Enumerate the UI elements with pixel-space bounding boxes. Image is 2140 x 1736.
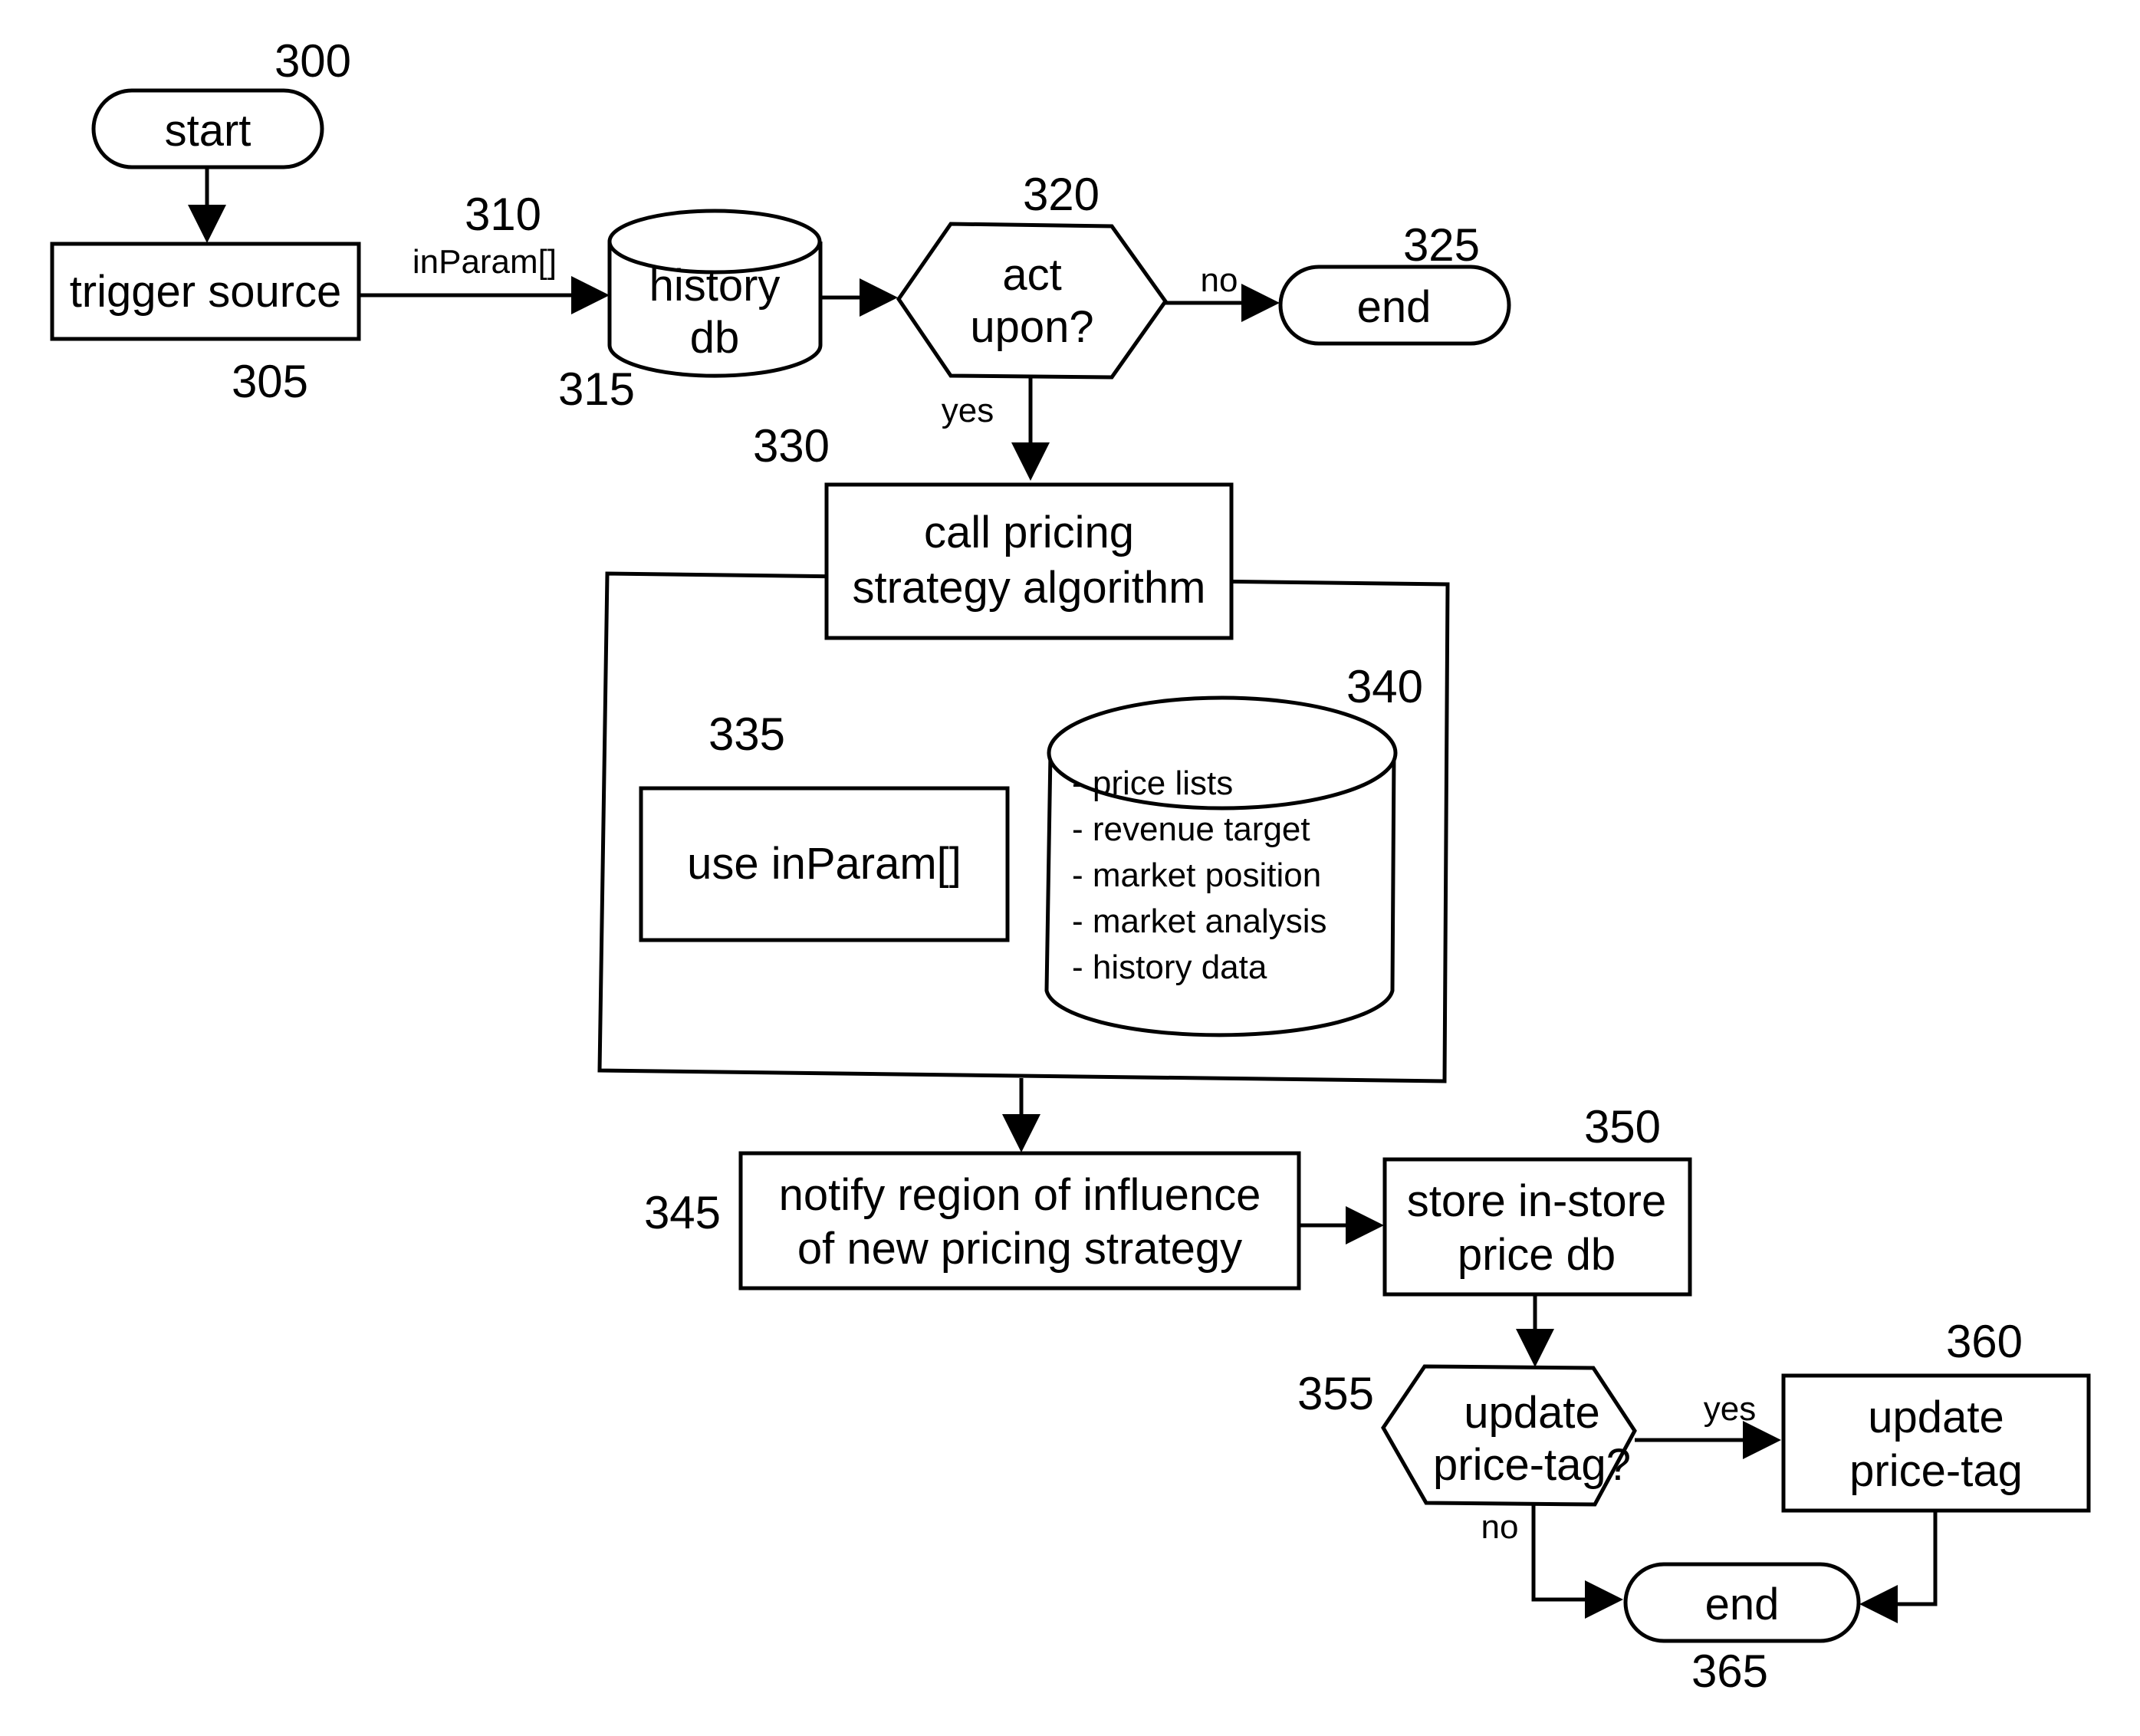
trigger-source-label: trigger source: [70, 267, 342, 317]
ref-340: 340: [1346, 661, 1423, 712]
end-label-365: end: [1705, 1580, 1780, 1629]
db-item: - price lists: [1072, 764, 1233, 802]
start-label: start: [165, 106, 251, 156]
ref-345: 345: [644, 1187, 721, 1238]
ref-365: 365: [1691, 1646, 1768, 1697]
ref-320: 320: [1023, 169, 1100, 220]
ref-330: 330: [753, 420, 830, 472]
edge-label-upd-yes: yes: [1704, 1390, 1756, 1428]
edge-label-inparam: inParam[]: [413, 243, 557, 281]
call-pricing-label-2: strategy algorithm: [853, 563, 1206, 613]
act-upon-decision: [896, 222, 1169, 380]
ref-310: 310: [465, 189, 541, 240]
arrow-update-q-no-end: [1531, 1504, 1623, 1619]
use-inparam-label: use inParam[]: [687, 839, 962, 889]
act-upon-label-2: upon?: [970, 302, 1093, 352]
end-label-325: end: [1357, 282, 1432, 332]
edge-label-upd-no: no: [1481, 1508, 1519, 1546]
store-label-1: store in-store: [1407, 1176, 1666, 1226]
ref-315: 315: [558, 363, 635, 415]
ref-335: 335: [708, 709, 785, 760]
ref-355: 355: [1297, 1368, 1374, 1419]
edge-label-act-yes: yes: [942, 392, 994, 429]
call-pricing-label-1: call pricing: [924, 508, 1134, 557]
update-label-1: update: [1868, 1392, 2004, 1442]
ref-350: 350: [1584, 1101, 1661, 1152]
arrow-update-end: [1859, 1511, 1938, 1623]
db-item: - market position: [1072, 856, 1321, 894]
history-db-label-1: history: [649, 261, 781, 311]
notify-label-1: notify region of influence: [779, 1170, 1261, 1220]
update-q-label-1: update: [1464, 1388, 1599, 1438]
history-db-label-2: db: [690, 313, 740, 363]
edge-label-act-no: no: [1201, 261, 1238, 299]
update-label-2: price-tag: [1849, 1446, 2023, 1496]
ref-360: 360: [1946, 1316, 2023, 1367]
db-item: - revenue target: [1072, 810, 1310, 848]
ref-325: 325: [1403, 219, 1480, 271]
store-label-2: price db: [1458, 1230, 1616, 1280]
ref-305: 305: [232, 356, 308, 407]
ref-300: 300: [274, 35, 351, 87]
db-item: - market analysis: [1072, 903, 1327, 940]
update-q-label-2: price-tag?: [1433, 1440, 1631, 1490]
notify-label-2: of new pricing strategy: [797, 1224, 1242, 1274]
act-upon-label-1: act: [1002, 250, 1061, 300]
db-item: - history data: [1072, 949, 1267, 986]
flowchart: start 300 trigger source 305 inParam[] 3…: [50, 35, 2091, 1697]
